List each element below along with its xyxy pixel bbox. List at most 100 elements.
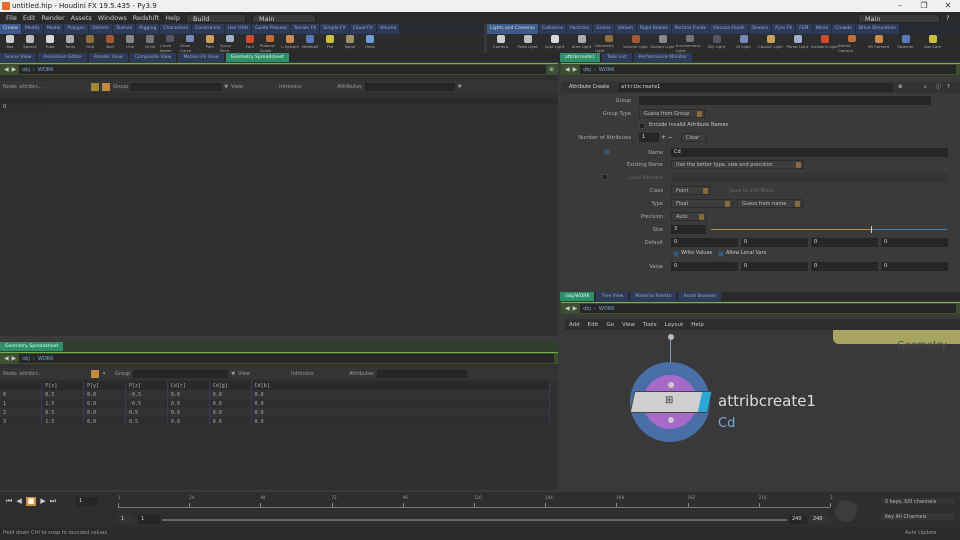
tab-tree-view[interactable]: Tree View [596,292,629,301]
tab-material-palette[interactable]: Material Palette [630,292,677,301]
shelf-tool-spot-light[interactable]: Spot Light [541,34,568,53]
tab-create[interactable]: Create [0,24,21,34]
network-menu-layout[interactable]: Layout [665,322,684,328]
default-field[interactable]: 0 [811,238,878,247]
shelf-tool-torus[interactable]: Torus [60,34,80,53]
menu-redshift[interactable]: Redshift [133,14,159,22]
path-node[interactable]: WORK [599,306,615,312]
column-header[interactable] [0,381,43,390]
network-menu-add[interactable]: Add [569,322,580,328]
size-slider[interactable] [711,226,947,233]
keys-status[interactable]: 0 keys, 0/0 channels [880,497,956,506]
tab-terrain-fx[interactable]: Terrain FX [290,24,320,34]
end-frame-field[interactable]: 240 [810,515,830,524]
desktop-main-select[interactable]: Main [252,13,317,23]
group-field[interactable] [639,96,931,105]
shelf-tool-distant-light[interactable]: Distant Light [649,34,676,53]
filter-mode-icon[interactable] [91,82,99,91]
path-field[interactable]: obj › WORK [19,354,554,363]
shelf-tool-grid[interactable]: Grid [80,34,100,53]
tab-drive-simulation[interactable]: Drive Simulation [855,24,899,34]
tab-take-list[interactable]: Take List [602,53,632,62]
range-slider[interactable] [162,519,787,521]
menu-assets[interactable]: Assets [71,14,92,22]
path-node[interactable]: WORK [599,67,615,73]
tab-wires[interactable]: Wires [812,24,832,34]
allow-local-vars-checkbox[interactable] [718,251,724,257]
shelf-tool-l-system[interactable]: L-System [280,34,300,53]
forward-icon[interactable]: ▶ [573,66,578,73]
path-root[interactable]: obj [583,67,591,73]
network-menu-edit[interactable]: Edit [588,322,599,328]
desktop-build-select[interactable]: Build [186,13,247,23]
tab-oceans[interactable]: Oceans [748,24,772,34]
add-remove-buttons[interactable]: + − [661,134,673,141]
shelf-tool-metaball[interactable]: Metaball [300,34,320,53]
help-icon[interactable]: ? [947,82,950,93]
tab-lights-and-cameras[interactable]: Lights and Cameras [487,24,538,34]
shelf-tool-spiral[interactable]: Spiral [340,34,360,53]
back-icon[interactable]: ◀ [4,66,9,73]
menu-windows[interactable]: Windows [98,14,127,22]
shelf-tool-font[interactable]: Font [240,34,260,53]
tab-rigid-bodies[interactable]: Rigid Bodies [636,24,671,34]
shelf-tool-gas-cam[interactable]: Gas Cam [919,34,946,53]
column-header[interactable]: Cd[r] [167,381,210,390]
play-reverse-icon[interactable]: ◀ [16,497,21,506]
shelf-tool-spray-paint[interactable]: Spray Paint [220,34,240,53]
range-end-field[interactable]: 240 [789,515,807,524]
tab-animation-editor[interactable]: Animation Editor [38,53,87,62]
tab-vellum[interactable]: Vellum [614,24,636,34]
shelf-tool-caustic-light[interactable]: Caustic Light [757,34,784,53]
points-icon[interactable] [91,369,99,378]
intrinsics-menu[interactable]: Intrinsics [291,371,346,377]
filter-icon[interactable]: ▼ [231,371,235,377]
node-input-dot[interactable] [668,382,674,388]
tab-constraints[interactable]: Constraints [191,24,224,34]
class-menu[interactable]: Point [671,186,711,195]
shelf-tool-circle[interactable]: Circle [140,34,160,53]
attributes-field[interactable] [364,82,455,91]
tab-particles[interactable]: Particles [567,24,593,34]
tab-simple-fx[interactable]: Simple FX [320,24,349,34]
first-frame-icon[interactable]: ⏮ [6,497,12,506]
attributes-field[interactable] [376,369,467,378]
default-field[interactable]: 0 [741,238,808,247]
node-name-field[interactable]: attribcreate1 [618,83,893,92]
tab-cloud-fx[interactable]: Cloud FX [349,24,376,34]
points-icon[interactable] [102,82,110,91]
play-icon[interactable]: ▶ [40,497,45,506]
node-output-dot[interactable] [668,417,674,423]
num-attr-field[interactable]: 1 [639,133,659,142]
path-root[interactable]: obj [22,356,30,362]
tab-deform[interactable]: Deform [89,24,112,34]
last-frame-icon[interactable]: ⏭ [50,497,56,506]
column-header[interactable]: Cd[g] [209,381,252,390]
tab-crowds[interactable]: Crowds [832,24,855,34]
tab-particle-fluids[interactable]: Particle Fluids [671,24,709,34]
info-icon[interactable]: ⓘ [936,82,941,93]
tab-grains[interactable]: Grains [593,24,614,34]
network-menu-go[interactable]: Go [606,322,614,328]
shelf-tool-switcher[interactable]: Switcher [892,34,919,53]
tab-performance-monitor[interactable]: Performance Monitor [633,53,692,62]
help-icon[interactable]: ? [946,14,949,22]
view-menu[interactable]: View [231,84,276,90]
tab-rigging[interactable]: Rigging [136,24,160,34]
tab-motion-fx-view[interactable]: Motion FX View [178,53,224,62]
tab-polygon[interactable]: Polygon [64,24,89,34]
search-icon[interactable]: ⌕ [924,82,927,93]
shelf-tool-camera[interactable]: Camera [487,34,514,53]
attr-filter-icon[interactable]: ▼ [458,84,462,90]
shelf-tool-helix[interactable]: Helix [360,34,380,53]
tab-pyro-fx[interactable]: Pyro FX [772,24,796,34]
size-slider-handle[interactable] [871,226,873,233]
tab-guide-process[interactable]: Guide Process [252,24,290,34]
back-icon[interactable]: ◀ [565,305,570,312]
path-field[interactable]: obj › WORK [19,65,546,74]
path-root[interactable]: obj [583,306,591,312]
menu-help[interactable]: Help [165,14,180,22]
name-field[interactable]: Cd [671,148,948,157]
shelf-tool-area-light[interactable]: Area Light [568,34,595,53]
tab-fem[interactable]: FEM [796,24,812,34]
